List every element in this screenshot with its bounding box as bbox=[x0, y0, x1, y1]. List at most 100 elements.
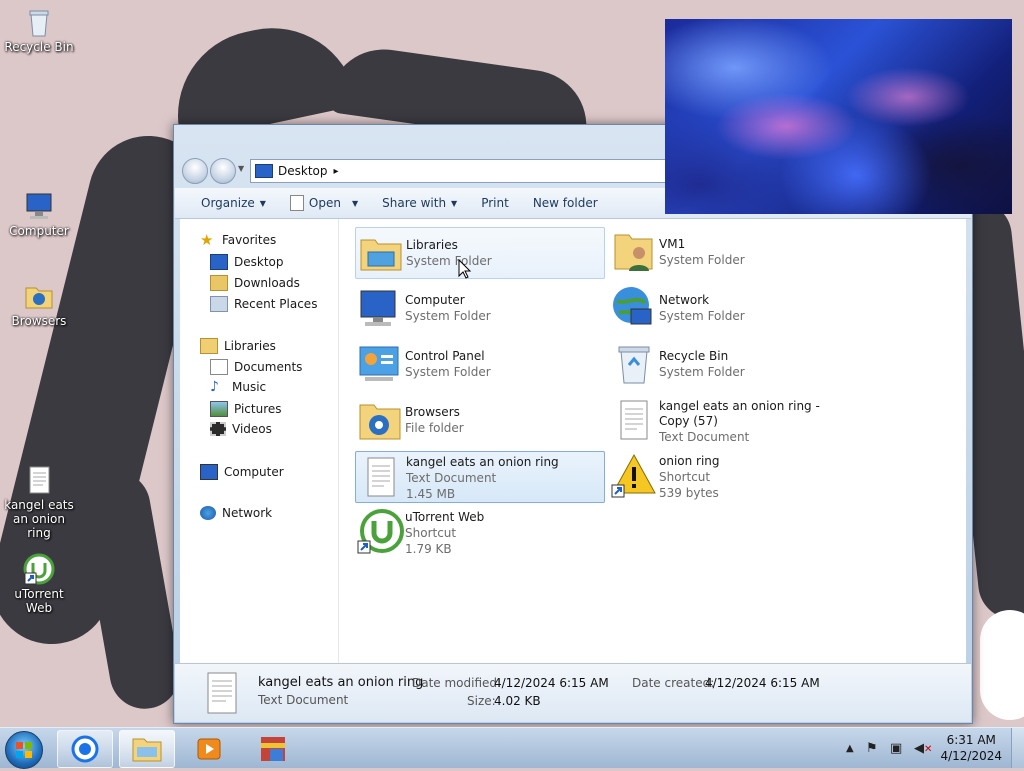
date-created-value: 4/12/2024 6:15 AM bbox=[705, 676, 820, 690]
size-value: 4.02 KB bbox=[494, 694, 541, 708]
nav-videos[interactable]: Videos bbox=[210, 422, 272, 436]
size-label: Size: bbox=[467, 694, 496, 708]
nav-documents[interactable]: Documents bbox=[210, 359, 302, 375]
desktop-icon-recycle-bin[interactable]: Recycle Bin bbox=[1, 6, 77, 54]
breadcrumb-desktop[interactable]: Desktop bbox=[278, 164, 328, 178]
pictures-icon bbox=[210, 401, 228, 417]
file-list: Libraries System Folder VM1 System Folder … bbox=[339, 219, 966, 663]
file-item-control-panel[interactable]: Control Panel System Folder bbox=[355, 339, 603, 389]
file-item-kangel-text[interactable]: kangel eats an onion ring Text Document 1.… bbox=[355, 451, 605, 503]
new-folder-button[interactable]: New folder bbox=[521, 188, 610, 218]
nav-pictures[interactable]: Pictures bbox=[210, 401, 282, 417]
network-icon bbox=[609, 283, 659, 333]
floating-wallpaper-image bbox=[665, 19, 1012, 214]
taskbar: ▲ ⚑ ▣ ◀✕ 6:31 AM 4/12/2024 bbox=[0, 727, 1024, 769]
folder-icon bbox=[23, 280, 55, 312]
desktop-icon bbox=[210, 254, 228, 270]
desktop-icon-utorrent[interactable]: uTorrent Web bbox=[1, 553, 77, 615]
date-created-label: Date created: bbox=[632, 676, 715, 690]
text-document-icon bbox=[609, 395, 659, 445]
nav-downloads[interactable]: Downloads bbox=[210, 275, 300, 291]
nav-music[interactable]: ♪ Music bbox=[210, 380, 266, 394]
volume-muted-icon[interactable]: ◀✕ bbox=[914, 741, 932, 756]
desktop-icon-browsers[interactable]: Browsers bbox=[1, 280, 77, 328]
computer-icon bbox=[355, 283, 405, 333]
notepad-icon bbox=[289, 195, 304, 211]
start-button[interactable] bbox=[5, 731, 43, 769]
forward-button[interactable] bbox=[210, 158, 236, 184]
network-tray-icon[interactable]: ▣ bbox=[890, 741, 902, 756]
nav-computer[interactable]: Computer bbox=[200, 464, 284, 480]
file-item-recycle-bin[interactable]: Recycle Bin System Folder bbox=[609, 339, 857, 389]
chevron-down-icon: ▼ bbox=[351, 198, 359, 208]
warning-shortcut-icon bbox=[609, 451, 659, 501]
nav-favorites[interactable]: ★ Favorites bbox=[200, 231, 276, 249]
user-folder-icon bbox=[609, 227, 659, 277]
file-item-libraries[interactable]: Libraries System Folder bbox=[355, 227, 605, 279]
file-item-network[interactable]: Network System Folder bbox=[609, 283, 857, 333]
show-hidden-icons-icon[interactable]: ▲ bbox=[846, 743, 854, 754]
text-document-icon bbox=[356, 452, 406, 502]
explorer-window: ▼ Desktop ▸ Organize ▼ Open ▼ Share with ▼ … bbox=[173, 124, 973, 724]
videos-icon bbox=[210, 422, 226, 436]
folder-icon bbox=[355, 395, 405, 445]
file-item-kangel-copy-57[interactable]: kangel eats an onion ring - Copy (57) Tex… bbox=[609, 395, 857, 451]
date-modified-value: 4/12/2024 6:15 AM bbox=[494, 676, 609, 690]
share-with-button[interactable]: Share with ▼ bbox=[370, 188, 469, 218]
downloads-icon bbox=[210, 275, 228, 291]
windows-logo-icon bbox=[16, 742, 32, 758]
clock-date: 4/12/2024 bbox=[940, 749, 1002, 763]
nav-libraries[interactable]: Libraries bbox=[200, 338, 276, 354]
recycle-bin-icon bbox=[609, 339, 659, 389]
organize-button[interactable]: Organize ▼ bbox=[189, 188, 278, 218]
details-file-name: kangel eats an onion ring bbox=[258, 675, 424, 690]
taskbar-media-player[interactable] bbox=[181, 730, 237, 768]
documents-icon bbox=[210, 359, 228, 375]
nav-recent-places[interactable]: Recent Places bbox=[210, 296, 317, 312]
open-button[interactable]: Open ▼ bbox=[278, 188, 370, 218]
star-icon: ★ bbox=[200, 231, 214, 249]
chrome-icon bbox=[71, 735, 99, 763]
recycle-bin-icon bbox=[23, 6, 55, 38]
content-area: ★ Favorites Desktop Downloads Recent Plac… bbox=[180, 219, 966, 663]
breadcrumb-chevron-icon[interactable]: ▸ bbox=[334, 166, 339, 177]
nav-desktop[interactable]: Desktop bbox=[210, 254, 284, 270]
desktop-icon-computer[interactable]: Computer bbox=[1, 190, 77, 238]
taskbar-chrome[interactable] bbox=[57, 730, 113, 768]
chevron-down-icon: ▼ bbox=[259, 198, 266, 208]
show-desktop-button[interactable] bbox=[1011, 728, 1024, 768]
file-item-utorrent[interactable]: uTorrent Web Shortcut 1.79 KB bbox=[355, 507, 603, 557]
recent-pages-chevron-icon[interactable]: ▼ bbox=[238, 164, 244, 173]
file-item-onion-ring[interactable]: onion ring Shortcut 539 bytes bbox=[609, 451, 857, 501]
recent-places-icon bbox=[210, 296, 228, 312]
details-pane: kangel eats an onion ring Text Document … bbox=[175, 663, 971, 722]
action-center-flag-icon[interactable]: ⚑ bbox=[866, 741, 878, 756]
network-icon bbox=[200, 506, 216, 520]
libraries-icon bbox=[200, 338, 218, 354]
file-item-browsers[interactable]: Browsers File folder bbox=[355, 395, 603, 445]
print-button[interactable]: Print bbox=[469, 188, 521, 218]
taskbar-explorer[interactable] bbox=[119, 730, 175, 768]
text-document-icon bbox=[23, 464, 55, 496]
chevron-down-icon: ▼ bbox=[451, 198, 458, 208]
utorrent-icon bbox=[355, 507, 405, 557]
utorrent-icon bbox=[23, 553, 55, 585]
file-item-vm1[interactable]: VM1 System Folder bbox=[609, 227, 857, 277]
details-file-icon bbox=[205, 672, 239, 717]
explorer-icon bbox=[132, 738, 162, 762]
file-item-computer[interactable]: Computer System Folder bbox=[355, 283, 603, 333]
clock-time: 6:31 AM bbox=[946, 733, 996, 747]
desktop-location-icon bbox=[255, 164, 273, 178]
nav-network[interactable]: Network bbox=[200, 506, 272, 520]
libraries-icon bbox=[356, 228, 406, 278]
computer-icon bbox=[200, 464, 218, 480]
system-clock[interactable]: 6:31 AM 4/12/2024 bbox=[940, 732, 1002, 764]
navigation-pane: ★ Favorites Desktop Downloads Recent Plac… bbox=[180, 219, 339, 663]
details-file-type: Text Document bbox=[258, 693, 349, 707]
computer-icon bbox=[23, 190, 55, 222]
date-modified-label: Date modified: bbox=[412, 676, 502, 690]
desktop-icon-kangel-text[interactable]: kangel eats an onion ring bbox=[1, 464, 77, 540]
media-player-icon bbox=[197, 738, 221, 760]
taskbar-winrar[interactable] bbox=[245, 730, 301, 768]
back-button[interactable] bbox=[182, 158, 208, 184]
